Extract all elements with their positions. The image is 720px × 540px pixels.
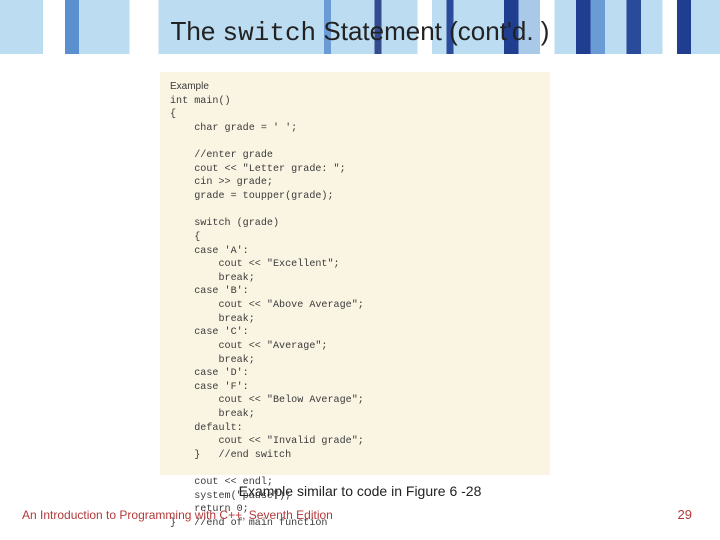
slide-title: The switch Statement (cont'd. ) (0, 16, 720, 48)
code-body: int main() { char grade = ' '; //enter g… (170, 96, 364, 529)
title-post: Statement (cont'd. ) (316, 16, 549, 46)
figure-caption: Example similar to code in Figure 6 -28 (0, 483, 720, 499)
title-pre: The (171, 16, 223, 46)
code-example: Example int main() { char grade = ' '; /… (160, 72, 550, 475)
footer-text: An Introduction to Programming with C++,… (22, 508, 333, 522)
title-mono: switch (223, 18, 317, 48)
page-number: 29 (678, 507, 692, 522)
code-label: Example (170, 81, 209, 92)
